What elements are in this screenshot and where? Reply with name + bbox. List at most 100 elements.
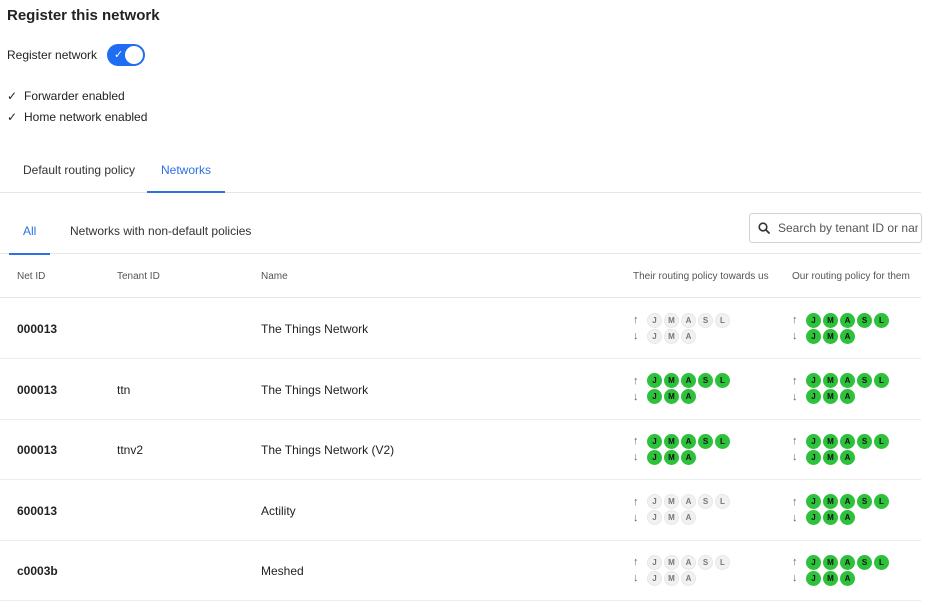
policy-badge-j: J bbox=[806, 328, 821, 344]
policy-badge-a: A bbox=[840, 389, 855, 404]
policy-badge-a: A bbox=[840, 494, 855, 509]
column-header-net-id[interactable]: Net ID bbox=[17, 271, 45, 282]
table-row[interactable]: 000013 The Things Network ↑ J M A S L ↓ J M A ↑ J M A S L… bbox=[0, 299, 921, 359]
column-header-tenant-id[interactable]: Tenant ID bbox=[117, 271, 160, 282]
tab-networks[interactable]: Networks bbox=[146, 163, 226, 193]
policy-line-up: ↑ J M A S L bbox=[792, 433, 889, 449]
policy-badge-a: A bbox=[681, 389, 696, 404]
table-row[interactable]: 000013 ttn The Things Network ↑ J M A S L ↓ J M A ↑ J M… bbox=[0, 360, 921, 420]
policy-badge-a: A bbox=[840, 312, 855, 328]
policy-badge-m: M bbox=[664, 494, 679, 509]
policy-badge-a: A bbox=[681, 373, 696, 388]
tenant-id-cell: ttn bbox=[117, 382, 131, 397]
arrow-down-icon: ↓ bbox=[792, 572, 798, 584]
policy-badge-m: M bbox=[664, 433, 679, 449]
column-header-name[interactable]: Name bbox=[261, 271, 288, 282]
policy-badge-s: S bbox=[857, 554, 872, 570]
search-input[interactable] bbox=[778, 221, 918, 235]
policy-badge-s: S bbox=[698, 554, 713, 570]
policy-line-down: ↓ J M A bbox=[792, 389, 889, 405]
table-row[interactable]: 600013 Actility ↑ J M A S L ↓ J M A ↑ J M A S L ↓ J M A bbox=[0, 481, 921, 541]
home-network-status: ✓ Home network enabled bbox=[7, 110, 147, 124]
arrow-up-icon: ↑ bbox=[792, 314, 798, 326]
policy-badge-a: A bbox=[840, 510, 855, 525]
policy-badge-s: S bbox=[698, 433, 713, 449]
arrow-up-icon: ↑ bbox=[633, 556, 639, 568]
arrow-down-icon: ↓ bbox=[792, 451, 798, 463]
arrow-down-icon: ↓ bbox=[633, 390, 639, 403]
policy-badge-a: A bbox=[681, 570, 696, 586]
page-title: Register this network bbox=[7, 7, 160, 24]
policy-badge-a: A bbox=[681, 312, 696, 328]
policy-line-down: ↓ J M A bbox=[792, 449, 889, 465]
policy-badge-s: S bbox=[857, 433, 872, 449]
home-network-status-label: Home network enabled bbox=[24, 110, 148, 124]
main-tabs: Default routing policy Networks bbox=[0, 152, 921, 193]
arrow-down-icon: ↓ bbox=[792, 390, 798, 403]
tenant-id-cell: ttnv2 bbox=[117, 443, 144, 457]
policy-badge-j: J bbox=[806, 449, 821, 465]
policy-badge-l: L bbox=[715, 433, 730, 449]
network-name-cell: The Things Network bbox=[261, 322, 369, 336]
tab-default-routing-policy[interactable]: Default routing policy bbox=[23, 163, 135, 193]
policy-badge-a: A bbox=[681, 510, 696, 525]
policy-line-up: ↑ J M A S L bbox=[792, 554, 889, 570]
policy-badge-s: S bbox=[698, 494, 713, 509]
table-row[interactable]: c0003b Meshed ↑ J M A S L ↓ J M A ↑ J M A S L ↓ J M A bbox=[0, 541, 921, 601]
arrow-up-icon: ↑ bbox=[792, 495, 798, 508]
policy-badge-l: L bbox=[874, 433, 889, 449]
policy-line-up: ↑ J M A S L bbox=[633, 494, 730, 510]
policy-badge-j: J bbox=[647, 510, 662, 525]
net-id-cell: 600013 bbox=[17, 503, 58, 518]
policy-badge-j: J bbox=[647, 373, 662, 388]
subtab-all[interactable]: All bbox=[8, 224, 52, 255]
arrow-down-icon: ↓ bbox=[633, 451, 639, 463]
net-id-cell: c0003b bbox=[17, 564, 58, 578]
search-icon bbox=[758, 222, 770, 234]
arrow-down-icon: ↓ bbox=[633, 511, 639, 524]
policy-badge-a: A bbox=[840, 373, 855, 388]
policy-badge-l: L bbox=[715, 494, 730, 509]
policy-badge-m: M bbox=[823, 373, 838, 388]
register-network-label: Register network bbox=[7, 48, 98, 62]
table-row[interactable]: 000013 ttnv2 The Things Network (V2) ↑ J M A S L… bbox=[0, 420, 921, 480]
policy-badge-m: M bbox=[664, 570, 679, 586]
register-network-row: Register network ✓ bbox=[7, 44, 146, 66]
policy-badge-a: A bbox=[681, 433, 696, 449]
policy-badge-m: M bbox=[664, 554, 679, 570]
their-routing-policy: ↑ J M A S L ↓ J M A bbox=[633, 433, 730, 465]
policy-badge-j: J bbox=[806, 554, 821, 570]
register-network-toggle[interactable]: ✓ bbox=[107, 44, 146, 66]
policy-line-up: ↑ J M A S L bbox=[792, 312, 889, 328]
policy-badge-a: A bbox=[840, 433, 855, 449]
net-id-cell: 000013 bbox=[17, 322, 58, 336]
policy-badge-j: J bbox=[806, 510, 821, 525]
policy-badge-j: J bbox=[647, 328, 662, 344]
subtab-non-default-policies[interactable]: Networks with non-default policies bbox=[70, 224, 251, 255]
policy-badge-a: A bbox=[681, 449, 696, 465]
arrow-up-icon: ↑ bbox=[792, 374, 798, 387]
policy-badge-j: J bbox=[806, 312, 821, 328]
policy-badge-a: A bbox=[681, 554, 696, 570]
arrow-up-icon: ↑ bbox=[792, 435, 798, 447]
forwarder-status: ✓ Forwarder enabled bbox=[7, 89, 125, 103]
search-box[interactable] bbox=[749, 213, 922, 243]
policy-badge-j: J bbox=[647, 554, 662, 570]
policy-line-down: ↓ J M A bbox=[633, 449, 730, 465]
checkmark-icon: ✓ bbox=[114, 49, 124, 61]
policy-badge-s: S bbox=[698, 312, 713, 328]
table-header: Net ID Tenant ID Name Their routing poli… bbox=[0, 255, 921, 298]
policy-badge-j: J bbox=[806, 389, 821, 404]
our-routing-policy: ↑ J M A S L ↓ J M A bbox=[792, 373, 889, 405]
policy-badge-a: A bbox=[840, 554, 855, 570]
policy-line-up: ↑ J M A S L bbox=[633, 433, 730, 449]
arrow-down-icon: ↓ bbox=[792, 511, 798, 524]
policy-badge-j: J bbox=[647, 494, 662, 509]
policy-line-up: ↑ J M A S L bbox=[792, 373, 889, 389]
policy-badge-m: M bbox=[664, 312, 679, 328]
network-name-cell: The Things Network (V2) bbox=[261, 443, 395, 457]
policy-badge-a: A bbox=[681, 328, 696, 344]
network-name-cell: Meshed bbox=[261, 564, 304, 578]
policy-badge-m: M bbox=[664, 328, 679, 344]
arrow-up-icon: ↑ bbox=[633, 314, 639, 326]
